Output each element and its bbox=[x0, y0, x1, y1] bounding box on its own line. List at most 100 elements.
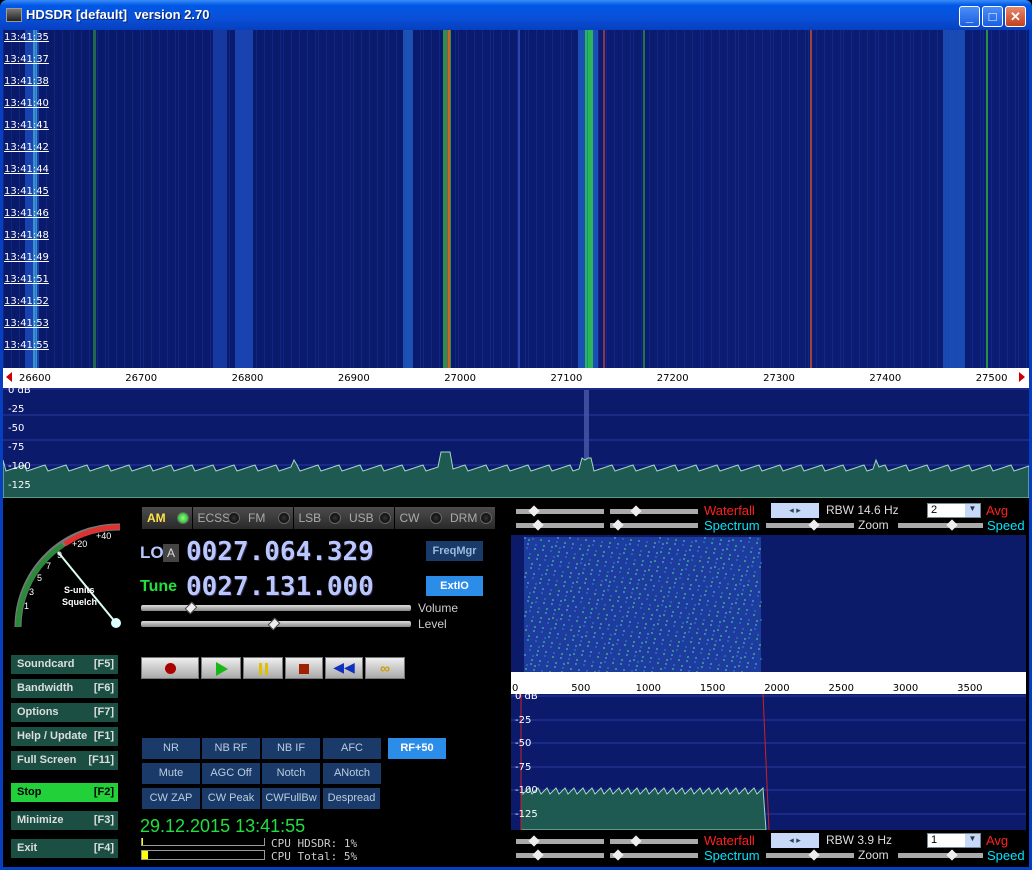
waterfall-time-label: 13:41:55 bbox=[4, 340, 49, 351]
func-notch-button[interactable]: Notch bbox=[262, 763, 320, 784]
rf-spectrum[interactable] bbox=[2, 388, 1030, 499]
s-label-plus40: +40 bbox=[96, 531, 112, 541]
shortcut-key: [F1] bbox=[93, 730, 114, 742]
af-db-scale-label: -125 bbox=[515, 808, 538, 820]
speed-slider[interactable] bbox=[898, 853, 983, 858]
mode-usb-button[interactable]: USB bbox=[344, 507, 394, 529]
cpu-total-bar bbox=[141, 850, 265, 860]
sidebar-stop-button[interactable]: Stop [F2] bbox=[11, 783, 118, 802]
mode-led-icon bbox=[429, 512, 442, 524]
mode-led-icon bbox=[379, 512, 391, 524]
func-afc-button[interactable]: AFC bbox=[323, 738, 381, 759]
chevron-down-icon[interactable]: ▼ bbox=[965, 504, 980, 517]
record-button[interactable] bbox=[141, 657, 199, 679]
waterfall-contrast-slider[interactable] bbox=[610, 839, 698, 844]
af-frequency-tick-label: 3000 bbox=[892, 683, 919, 694]
extio-button[interactable]: ExtIO bbox=[426, 576, 483, 596]
waterfall-signal-streak bbox=[810, 30, 812, 368]
mode-fm-button[interactable]: FM bbox=[243, 507, 293, 529]
tune-frequency[interactable]: 0027.131.000 bbox=[186, 572, 374, 602]
mode-label: AM bbox=[147, 511, 166, 525]
rbw-arrows[interactable]: ◂ ▸ bbox=[771, 503, 819, 518]
lo-frequency[interactable]: 0027.064.329 bbox=[186, 537, 374, 567]
af-frequency-tick-label: 1000 bbox=[635, 683, 662, 694]
waterfall-time-label: 13:41:45 bbox=[4, 186, 49, 197]
af-db-scale-label: -25 bbox=[515, 714, 532, 726]
button-label: Help / Update bbox=[17, 730, 88, 742]
mode-label: ECSS bbox=[197, 511, 231, 525]
button-label: Options bbox=[17, 706, 59, 718]
mode-am-button[interactable]: AM bbox=[142, 507, 192, 529]
func-anotch-button[interactable]: ANotch bbox=[323, 763, 381, 784]
mode-cw-button[interactable]: CW bbox=[394, 507, 445, 529]
lo-vfo-tag[interactable]: A bbox=[163, 544, 179, 562]
func-rf-50-button[interactable]: RF+50 bbox=[388, 738, 446, 759]
db-scale-label: 0 dB bbox=[8, 385, 31, 396]
af-db-scale-label: -100 bbox=[515, 785, 538, 796]
stop-playback-button[interactable] bbox=[285, 657, 323, 679]
freqmgr-button[interactable]: FreqMgr bbox=[426, 541, 483, 561]
button-label: Exit bbox=[17, 842, 38, 854]
chevron-down-icon[interactable]: ▼ bbox=[965, 834, 980, 847]
mode-lsb-button[interactable]: LSB bbox=[293, 507, 344, 529]
func-cw-peak-button[interactable]: CW Peak bbox=[202, 788, 260, 809]
af-spectrum[interactable] bbox=[511, 693, 1026, 831]
s-label-5: 5 bbox=[37, 573, 43, 583]
waterfall-signal-streak bbox=[643, 30, 645, 368]
scroll-right-icon[interactable] bbox=[1019, 372, 1025, 382]
func-nb-if-button[interactable]: NB IF bbox=[262, 738, 320, 759]
func-cwfullbw-button[interactable]: CWFullBw bbox=[262, 788, 320, 809]
af-waterfall[interactable] bbox=[511, 535, 1026, 673]
maximize-button[interactable]: □ bbox=[982, 6, 1003, 27]
sidebar-exit-button[interactable]: Exit [F4] bbox=[11, 839, 118, 858]
func-nr-button[interactable]: NR bbox=[142, 738, 200, 759]
s-units-caption: S-units bbox=[64, 585, 95, 595]
close-button[interactable]: ✕ bbox=[1005, 6, 1026, 27]
play-icon bbox=[216, 662, 228, 676]
sidebar-help-update-button[interactable]: Help / Update [F1] bbox=[11, 727, 118, 746]
s-label-7: 7 bbox=[46, 561, 52, 571]
s-label-3: 3 bbox=[29, 587, 35, 597]
speed-slider[interactable] bbox=[898, 523, 983, 528]
func-despread-button[interactable]: Despread bbox=[323, 788, 380, 809]
sidebar-soundcard-button[interactable]: Soundcard [F5] bbox=[11, 655, 118, 674]
waterfall-contrast-slider[interactable] bbox=[610, 509, 698, 514]
sidebar-options-button[interactable]: Options [F7] bbox=[11, 703, 118, 722]
mode-drm-button[interactable]: DRM bbox=[445, 507, 495, 529]
spectrum-brightness-slider[interactable] bbox=[516, 523, 604, 528]
waterfall-label: Waterfall bbox=[704, 503, 755, 518]
func-nb-rf-button[interactable]: NB RF bbox=[202, 738, 260, 759]
sidebar-full-screen-button[interactable]: Full Screen [F11] bbox=[11, 751, 118, 770]
frequency-tick-label: 26700 bbox=[125, 373, 158, 384]
minimize-button[interactable]: _ bbox=[959, 6, 980, 27]
sidebar-bandwidth-button[interactable]: Bandwidth [F6] bbox=[11, 679, 118, 698]
spectrum-brightness-slider[interactable] bbox=[516, 853, 604, 858]
func-cw-zap-button[interactable]: CW ZAP bbox=[142, 788, 200, 809]
pause-button[interactable] bbox=[243, 657, 283, 679]
rewind-button[interactable]: ◀◀ bbox=[325, 657, 363, 679]
record-icon bbox=[164, 663, 176, 674]
shortcut-key: [F11] bbox=[88, 754, 114, 766]
loop-button[interactable]: ∞ bbox=[365, 657, 405, 679]
volume-slider[interactable] bbox=[141, 605, 411, 611]
frequency-tick-label: 26600 bbox=[19, 373, 51, 384]
sidebar-minimize-button[interactable]: Minimize [F3] bbox=[11, 811, 118, 830]
rbw-arrows[interactable]: ◂ ▸ bbox=[771, 833, 819, 848]
play-button[interactable] bbox=[201, 657, 241, 679]
func-agc-off-button[interactable]: AGC Off bbox=[202, 763, 260, 784]
waterfall-time-label: 13:41:37 bbox=[4, 54, 49, 65]
lo-label: LO bbox=[140, 543, 164, 562]
func-mute-button[interactable]: Mute bbox=[142, 763, 200, 784]
db-scale-label: -50 bbox=[8, 423, 25, 434]
waterfall-time-label: 13:41:42 bbox=[4, 142, 49, 153]
s-meter[interactable]: 1 3 5 7 9 +20 +40 S-units Squelch bbox=[8, 515, 128, 630]
rf-waterfall[interactable] bbox=[3, 30, 1029, 368]
volume-label: Volume bbox=[418, 601, 459, 615]
cpu-total-text: CPU Total: 5% bbox=[271, 850, 358, 863]
shortcut-key: [F5] bbox=[93, 658, 114, 670]
title-bar[interactable]: HDSDR [default] version 2.70 _ □ ✕ bbox=[0, 0, 1032, 30]
frequency-tick-label: 27200 bbox=[656, 373, 689, 384]
scroll-left-icon[interactable] bbox=[6, 372, 12, 382]
mode-ecss-button[interactable]: ECSS bbox=[192, 507, 243, 529]
mode-led-icon bbox=[278, 512, 290, 524]
